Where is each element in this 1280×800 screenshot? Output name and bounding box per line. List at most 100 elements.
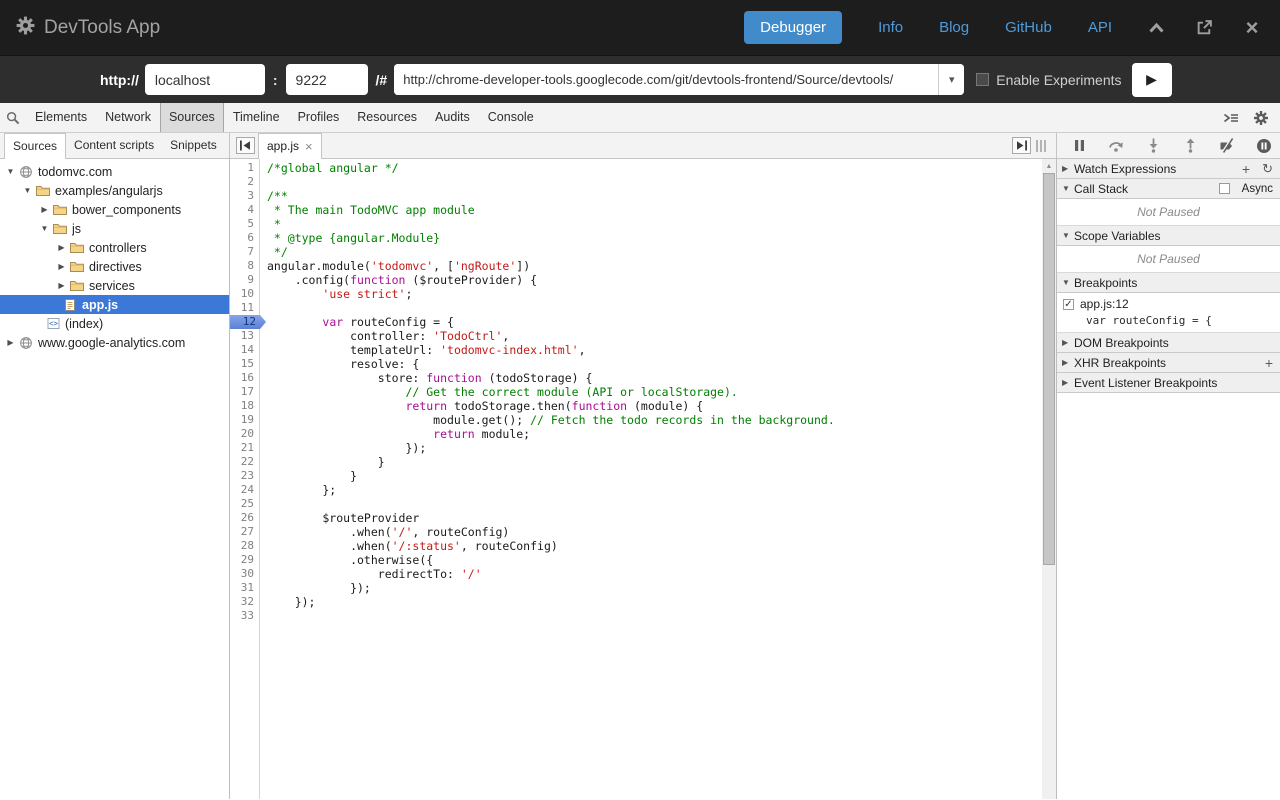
add-watch-icon[interactable]: + — [1242, 162, 1250, 176]
scrollbar-thumb[interactable] — [1043, 173, 1055, 565]
breakpoint-checkbox[interactable]: ✓ — [1063, 299, 1074, 310]
nav-github[interactable]: GitHub — [1005, 19, 1052, 36]
step-over-icon[interactable] — [1108, 138, 1124, 154]
line-number[interactable]: 18 — [230, 399, 259, 413]
line-number[interactable]: 19 — [230, 413, 259, 427]
line-number[interactable]: 10 — [230, 287, 259, 301]
line-number[interactable]: 29 — [230, 553, 259, 567]
close-tab-icon[interactable]: × — [305, 139, 313, 154]
tree-item-bower-components[interactable]: ▶bower_components — [0, 200, 229, 219]
tab-resources[interactable]: Resources — [348, 103, 426, 132]
subtab-snippets[interactable]: Snippets — [162, 133, 225, 158]
line-number[interactable]: 9 — [230, 273, 259, 287]
tree-item-www-google-analytics-com[interactable]: ▶www.google-analytics.com — [0, 333, 229, 352]
section-xhr-breakpoints[interactable]: ▶ XHR Breakpoints + — [1057, 353, 1280, 373]
line-number[interactable]: 3 — [230, 189, 259, 203]
tree-item-services[interactable]: ▶services — [0, 276, 229, 295]
line-number[interactable]: 32 — [230, 595, 259, 609]
line-number[interactable]: 15 — [230, 357, 259, 371]
line-number[interactable]: 33 — [230, 609, 259, 623]
tree-item-js[interactable]: ▼js — [0, 219, 229, 238]
line-number[interactable]: 1 — [230, 161, 259, 175]
tab-sources[interactable]: Sources — [160, 103, 224, 132]
url-dropdown-button[interactable]: ▾ — [938, 64, 964, 95]
line-number[interactable]: 4 — [230, 203, 259, 217]
section-breakpoints[interactable]: ▼ Breakpoints — [1057, 273, 1280, 293]
hide-navigator-icon[interactable] — [236, 137, 255, 154]
subtab-content-scripts[interactable]: Content scripts — [66, 133, 162, 158]
line-number[interactable]: 2 — [230, 175, 259, 189]
line-number[interactable]: 26 — [230, 511, 259, 525]
tree-expanded-arrow-icon[interactable]: ▼ — [21, 186, 34, 195]
add-xhr-breakpoint-icon[interactable]: + — [1265, 356, 1273, 370]
tree-collapsed-arrow-icon[interactable]: ▶ — [55, 281, 68, 290]
line-number[interactable]: 22 — [230, 455, 259, 469]
show-sidebar-icon[interactable] — [1012, 137, 1031, 154]
line-number[interactable]: 14 — [230, 343, 259, 357]
nav-blog[interactable]: Blog — [939, 19, 969, 36]
console-drawer-icon[interactable] — [1220, 107, 1242, 129]
tab-elements[interactable]: Elements — [26, 103, 96, 132]
external-link-icon[interactable] — [1194, 18, 1214, 38]
line-number[interactable]: 27 — [230, 525, 259, 539]
enable-experiments-checkbox[interactable] — [976, 73, 989, 86]
line-number[interactable]: 16 — [230, 371, 259, 385]
tree-collapsed-arrow-icon[interactable]: ▶ — [4, 338, 17, 347]
port-input[interactable] — [286, 64, 368, 95]
nav-info[interactable]: Info — [878, 19, 903, 36]
async-checkbox[interactable] — [1219, 183, 1230, 194]
line-number[interactable]: 30 — [230, 567, 259, 581]
close-icon[interactable]: × — [1242, 18, 1262, 38]
step-out-icon[interactable] — [1182, 138, 1198, 154]
line-number[interactable]: 20 — [230, 427, 259, 441]
editor-scrollbar[interactable]: ▲ — [1042, 159, 1056, 799]
line-number[interactable]: 6 — [230, 231, 259, 245]
tree-item-controllers[interactable]: ▶controllers — [0, 238, 229, 257]
breakpoint-line-number[interactable]: 12 — [230, 315, 266, 329]
line-number[interactable]: 21 — [230, 441, 259, 455]
line-number[interactable]: 28 — [230, 539, 259, 553]
step-into-icon[interactable] — [1145, 138, 1161, 154]
line-number[interactable]: 23 — [230, 469, 259, 483]
line-number[interactable]: 31 — [230, 581, 259, 595]
line-number[interactable]: 5 — [230, 217, 259, 231]
breakpoint-entry[interactable]: ✓ app.js:12 var routeConfig = { — [1057, 293, 1280, 333]
tree-item-examples-angularjs[interactable]: ▼examples/angularjs — [0, 181, 229, 200]
line-number[interactable]: 17 — [230, 385, 259, 399]
subtab-sources[interactable]: Sources — [4, 133, 66, 159]
file-tab-appjs[interactable]: app.js × — [258, 133, 322, 159]
search-icon[interactable] — [0, 111, 26, 125]
tree-item-index[interactable]: <>(index) — [0, 314, 229, 333]
tab-timeline[interactable]: Timeline — [224, 103, 289, 132]
refresh-icon[interactable]: ↻ — [1262, 162, 1273, 176]
tree-collapsed-arrow-icon[interactable]: ▶ — [38, 205, 51, 214]
line-number[interactable]: 24 — [230, 483, 259, 497]
deactivate-breakpoints-icon[interactable] — [1219, 138, 1235, 154]
nav-api[interactable]: API — [1088, 19, 1112, 36]
tab-console[interactable]: Console — [479, 103, 543, 132]
line-number[interactable]: 7 — [230, 245, 259, 259]
drag-handle-icon[interactable] — [1036, 140, 1046, 152]
pause-script-icon[interactable] — [1071, 138, 1087, 154]
line-number[interactable]: 13 — [230, 329, 259, 343]
settings-gear-icon[interactable] — [1250, 107, 1272, 129]
tab-network[interactable]: Network — [96, 103, 160, 132]
collapse-chevron-icon[interactable] — [1146, 18, 1166, 38]
scroll-up-arrow[interactable]: ▲ — [1042, 159, 1056, 173]
section-dom-breakpoints[interactable]: ▶ DOM Breakpoints — [1057, 333, 1280, 353]
run-button[interactable]: ▶ — [1132, 63, 1172, 97]
section-event-listener-breakpoints[interactable]: ▶ Event Listener Breakpoints — [1057, 373, 1280, 393]
frontend-url-input[interactable] — [394, 64, 938, 95]
tab-profiles[interactable]: Profiles — [289, 103, 349, 132]
line-number[interactable]: 25 — [230, 497, 259, 511]
tree-item-todomvc-com[interactable]: ▼todomvc.com — [0, 162, 229, 181]
pause-on-exceptions-icon[interactable] — [1256, 138, 1272, 154]
tree-item-directives[interactable]: ▶directives — [0, 257, 229, 276]
line-number[interactable]: 11 — [230, 301, 259, 315]
line-number[interactable]: 8 — [230, 259, 259, 273]
tree-expanded-arrow-icon[interactable]: ▼ — [4, 167, 17, 176]
section-scope-variables[interactable]: ▼ Scope Variables — [1057, 226, 1280, 246]
tree-item-app-js[interactable]: app.js — [0, 295, 229, 314]
section-watch-expressions[interactable]: ▶ Watch Expressions + ↻ — [1057, 159, 1280, 179]
section-call-stack[interactable]: ▼ Call Stack Async — [1057, 179, 1280, 199]
